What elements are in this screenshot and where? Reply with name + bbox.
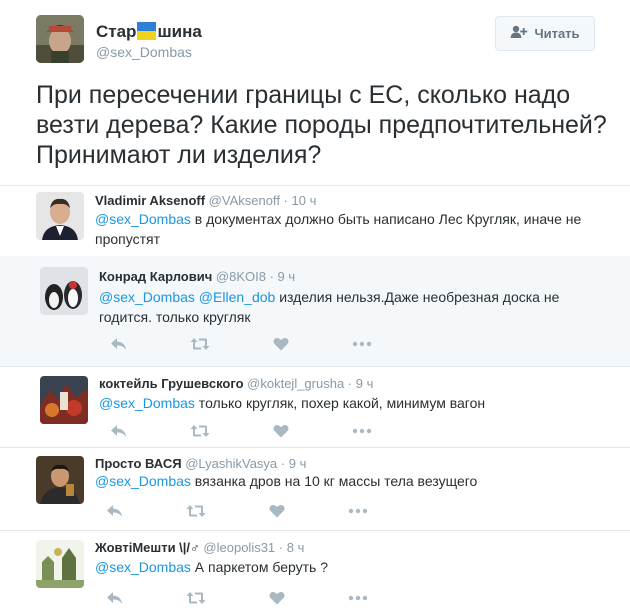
reply-tweet[interactable]: Просто ВАСЯ @LyashikVasya · 9 ч @sex_Dom…	[0, 448, 630, 530]
action-bar	[95, 589, 419, 607]
reply-icon[interactable]	[99, 422, 139, 440]
reply-text: @sex_Dombas А паркетом беруть ?	[95, 559, 329, 575]
like-icon[interactable]	[257, 589, 297, 607]
reply-text: @sex_Dombas @Ellen_dob изделия нельзя.Да…	[99, 289, 560, 325]
more-icon[interactable]	[338, 502, 378, 520]
reply-time[interactable]: 9 ч	[278, 269, 296, 284]
retweet-icon[interactable]	[176, 589, 216, 607]
mention-link-2[interactable]: @Ellen_dob	[195, 289, 276, 305]
follow-person-icon	[510, 25, 528, 42]
reply-author-name[interactable]: коктейль Грушевского	[99, 376, 244, 391]
main-tweet: Стар шина @sex_Dombas Читать При пересече…	[0, 0, 630, 185]
reply-author-name[interactable]: Vladimir Aksenoff	[95, 193, 205, 208]
author-name[interactable]: Стар шина	[96, 22, 202, 42]
reply-author-name[interactable]: Просто ВАСЯ	[95, 456, 182, 471]
reply-time[interactable]: 9 ч	[356, 376, 374, 391]
ukraine-flag-icon	[137, 22, 157, 40]
reply-author-name[interactable]: Конрад Карлович	[99, 269, 212, 284]
mention-link[interactable]: @sex_Dombas	[95, 559, 191, 575]
reply-author-name[interactable]: ЖовтіМешти \|/♂	[95, 540, 200, 555]
reply-text: @sex_Dombas только кругляк, похер какой,…	[99, 395, 486, 411]
retweet-icon[interactable]	[176, 502, 216, 520]
retweet-icon[interactable]	[180, 335, 220, 353]
reply-avatar[interactable]	[40, 267, 88, 315]
follow-button[interactable]: Читать	[495, 16, 595, 51]
more-icon[interactable]	[338, 589, 378, 607]
reply-tweet[interactable]: ЖовтіМешти \|/♂ @leopolis31 · 8 ч @sex_D…	[0, 531, 630, 613]
mention-link[interactable]: @sex_Dombas	[95, 211, 191, 227]
action-bar	[99, 335, 423, 353]
follow-label: Читать	[534, 26, 580, 41]
reply-time[interactable]: 9 ч	[289, 456, 307, 471]
reply-time[interactable]: 8 ч	[287, 540, 305, 555]
more-icon[interactable]	[342, 422, 382, 440]
reply-time[interactable]: 10 ч	[292, 193, 317, 208]
mention-link[interactable]: @sex_Dombas	[99, 395, 195, 411]
reply-avatar[interactable]	[36, 456, 84, 504]
more-icon[interactable]	[342, 335, 382, 353]
mention-link[interactable]: @sex_Dombas	[95, 473, 191, 489]
reply-author-handle[interactable]: @koktejl_grusha	[247, 376, 344, 391]
reply-avatar[interactable]	[40, 376, 88, 424]
mention-link[interactable]: @sex_Dombas	[99, 289, 195, 305]
tweet-text: При пересечении границы с ЕС, сколько на…	[36, 81, 607, 169]
action-bar	[95, 502, 419, 520]
author-handle[interactable]: @sex_Dombas	[96, 44, 192, 60]
reply-author-handle[interactable]: @8KOI8	[216, 269, 266, 284]
reply-author-handle[interactable]: @VAksenoff	[209, 193, 280, 208]
reply-author-handle[interactable]: @leopolis31	[203, 540, 275, 555]
reply-icon[interactable]	[95, 589, 135, 607]
like-icon[interactable]	[261, 422, 301, 440]
reply-icon[interactable]	[99, 335, 139, 353]
reply-tweet[interactable]: Конрад Карлович @8KOI8 · 9 ч @sex_Dombas…	[0, 256, 630, 366]
reply-icon[interactable]	[95, 502, 135, 520]
reply-text: @sex_Dombas в документах должно быть нап…	[95, 211, 582, 247]
retweet-icon[interactable]	[180, 422, 220, 440]
reply-tweet[interactable]: Vladimir Aksenoff @VAksenoff · 10 ч @sex…	[0, 186, 630, 256]
like-icon[interactable]	[261, 335, 301, 353]
action-bar	[99, 422, 423, 440]
like-icon[interactable]	[257, 502, 297, 520]
reply-text: @sex_Dombas вязанка дров на 10 кг массы …	[95, 473, 478, 489]
reply-avatar[interactable]	[36, 192, 84, 240]
reply-avatar[interactable]	[36, 540, 84, 588]
author-avatar[interactable]	[36, 15, 84, 63]
reply-author-handle[interactable]: @LyashikVasya	[185, 456, 277, 471]
reply-tweet[interactable]: коктейль Грушевского @koktejl_grusha · 9…	[0, 367, 630, 447]
